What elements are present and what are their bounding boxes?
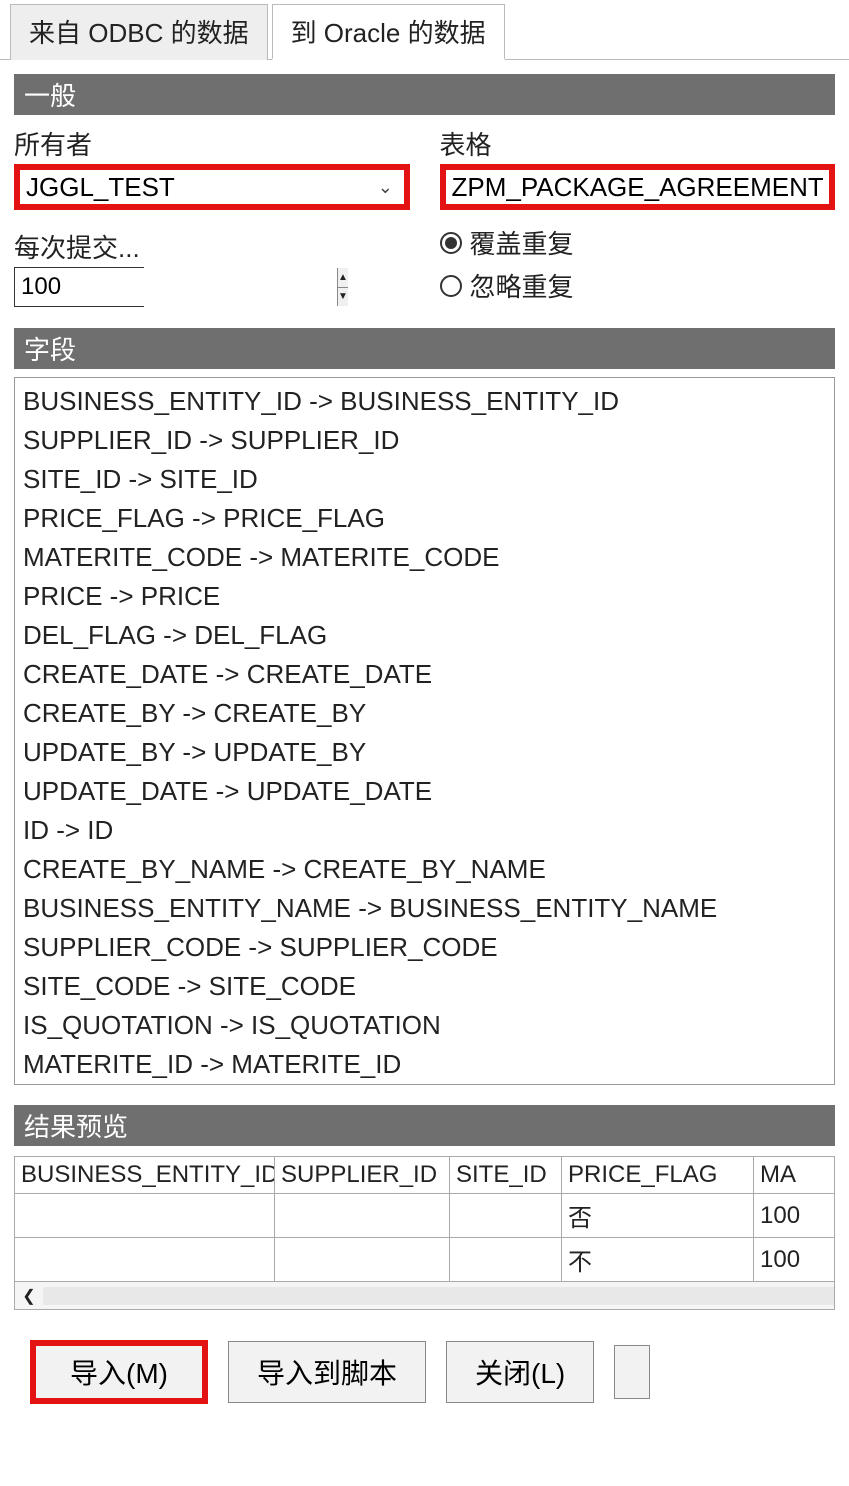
- table-cell: [275, 1194, 450, 1238]
- horizontal-scrollbar[interactable]: ❮: [14, 1282, 835, 1310]
- column-header[interactable]: BUSINESS_ENTITY_ID: [15, 1157, 275, 1194]
- radio-overwrite-label: 覆盖重复: [470, 224, 574, 261]
- chevron-down-icon[interactable]: ⌄: [367, 177, 404, 198]
- section-header-general: 一般: [14, 74, 835, 115]
- owner-dropdown[interactable]: ⌄: [14, 164, 410, 210]
- scroll-left-icon[interactable]: ❮: [15, 1286, 43, 1306]
- table-cell: [15, 1238, 275, 1282]
- section-fields: 字段: [14, 328, 835, 369]
- commit-input[interactable]: [15, 268, 337, 306]
- field-mapping[interactable]: SITE_ID -> SITE_ID: [23, 460, 826, 499]
- field-mapping[interactable]: BUSINESS_ENTITY_NAME -> BUSINESS_ENTITY_…: [23, 889, 826, 928]
- section-preview: 结果预览: [14, 1105, 835, 1146]
- table-cell: [450, 1238, 562, 1282]
- field-mapping[interactable]: MATERITE_ID -> MATERITE_ID: [23, 1045, 826, 1084]
- field-mapping[interactable]: CREATE_BY -> CREATE_BY: [23, 694, 826, 733]
- button-bar: 导入(M) 导入到脚本 关闭(L): [0, 1310, 849, 1404]
- radio-icon: [440, 275, 462, 297]
- field-mapping[interactable]: SITE_CODE -> SITE_CODE: [23, 967, 826, 1006]
- column-header[interactable]: SITE_ID: [450, 1157, 562, 1194]
- field-mapping[interactable]: UPDATE_DATE -> UPDATE_DATE: [23, 772, 826, 811]
- table-cell: [450, 1194, 562, 1238]
- commit-label: 每次提交...: [14, 228, 144, 265]
- field-mapping[interactable]: MATERITE_CODE -> MATERITE_CODE: [23, 538, 826, 577]
- fields-list[interactable]: BUSINESS_ENTITY_ID -> BUSINESS_ENTITY_ID…: [14, 377, 835, 1085]
- commit-spinner[interactable]: ▲ ▼: [14, 267, 144, 307]
- table-cell: 不: [562, 1238, 754, 1282]
- table-field[interactable]: [440, 164, 836, 210]
- import-button[interactable]: 导入(M): [30, 1340, 208, 1404]
- close-button[interactable]: 关闭(L): [446, 1341, 594, 1403]
- spinner-up-icon[interactable]: ▲: [338, 268, 348, 288]
- table-cell: 100: [754, 1194, 835, 1238]
- table-cell: 否: [562, 1194, 754, 1238]
- field-mapping[interactable]: UPDATE_BY -> UPDATE_BY: [23, 733, 826, 772]
- column-header[interactable]: MA: [754, 1157, 835, 1194]
- table-cell: [275, 1238, 450, 1282]
- table-input[interactable]: [452, 172, 824, 203]
- radio-overwrite[interactable]: 覆盖重复: [440, 224, 836, 261]
- spinner-down-icon[interactable]: ▼: [338, 288, 348, 307]
- table-cell: 100: [754, 1238, 835, 1282]
- field-mapping[interactable]: CREATE_DATE -> CREATE_DATE: [23, 655, 826, 694]
- scroll-track[interactable]: [43, 1287, 834, 1305]
- section-header-fields: 字段: [14, 328, 835, 369]
- field-mapping[interactable]: ID -> ID: [23, 811, 826, 850]
- tab-from-odbc[interactable]: 来自 ODBC 的数据: [10, 4, 268, 60]
- radio-icon: [440, 232, 462, 254]
- field-mapping[interactable]: BUSINESS_ENTITY_ID -> BUSINESS_ENTITY_ID: [23, 382, 826, 421]
- field-mapping[interactable]: PRICE -> PRICE: [23, 577, 826, 616]
- section-general: 一般 所有者 ⌄ 每次提交... ▲ ▼: [14, 74, 835, 322]
- extra-button[interactable]: [614, 1345, 650, 1399]
- column-header[interactable]: PRICE_FLAG: [562, 1157, 754, 1194]
- field-mapping[interactable]: IS_QUOTATION -> IS_QUOTATION: [23, 1006, 826, 1045]
- field-mapping[interactable]: PRICE_FLAG -> PRICE_FLAG: [23, 499, 826, 538]
- tab-bar: 来自 ODBC 的数据 到 Oracle 的数据: [0, 0, 849, 60]
- table-row[interactable]: 否100: [15, 1194, 835, 1238]
- table-cell: [15, 1194, 275, 1238]
- radio-ignore-label: 忽略重复: [470, 267, 574, 304]
- import-script-button[interactable]: 导入到脚本: [228, 1341, 426, 1403]
- field-mapping[interactable]: DEL_FLAG -> DEL_FLAG: [23, 616, 826, 655]
- column-header[interactable]: SUPPLIER_ID: [275, 1157, 450, 1194]
- table-label: 表格: [440, 125, 836, 162]
- owner-input[interactable]: [20, 170, 367, 204]
- field-mapping[interactable]: CREATE_BY_NAME -> CREATE_BY_NAME: [23, 850, 826, 889]
- owner-label: 所有者: [14, 125, 410, 162]
- preview-table: BUSINESS_ENTITY_IDSUPPLIER_IDSITE_IDPRIC…: [14, 1156, 835, 1310]
- section-header-preview: 结果预览: [14, 1105, 835, 1146]
- table-header-row: BUSINESS_ENTITY_IDSUPPLIER_IDSITE_IDPRIC…: [15, 1157, 835, 1194]
- field-mapping[interactable]: SUPPLIER_CODE -> SUPPLIER_CODE: [23, 928, 826, 967]
- table-row[interactable]: 不100: [15, 1238, 835, 1282]
- radio-ignore[interactable]: 忽略重复: [440, 267, 836, 304]
- tab-to-oracle[interactable]: 到 Oracle 的数据: [272, 4, 505, 60]
- field-mapping[interactable]: SUPPLIER_ID -> SUPPLIER_ID: [23, 421, 826, 460]
